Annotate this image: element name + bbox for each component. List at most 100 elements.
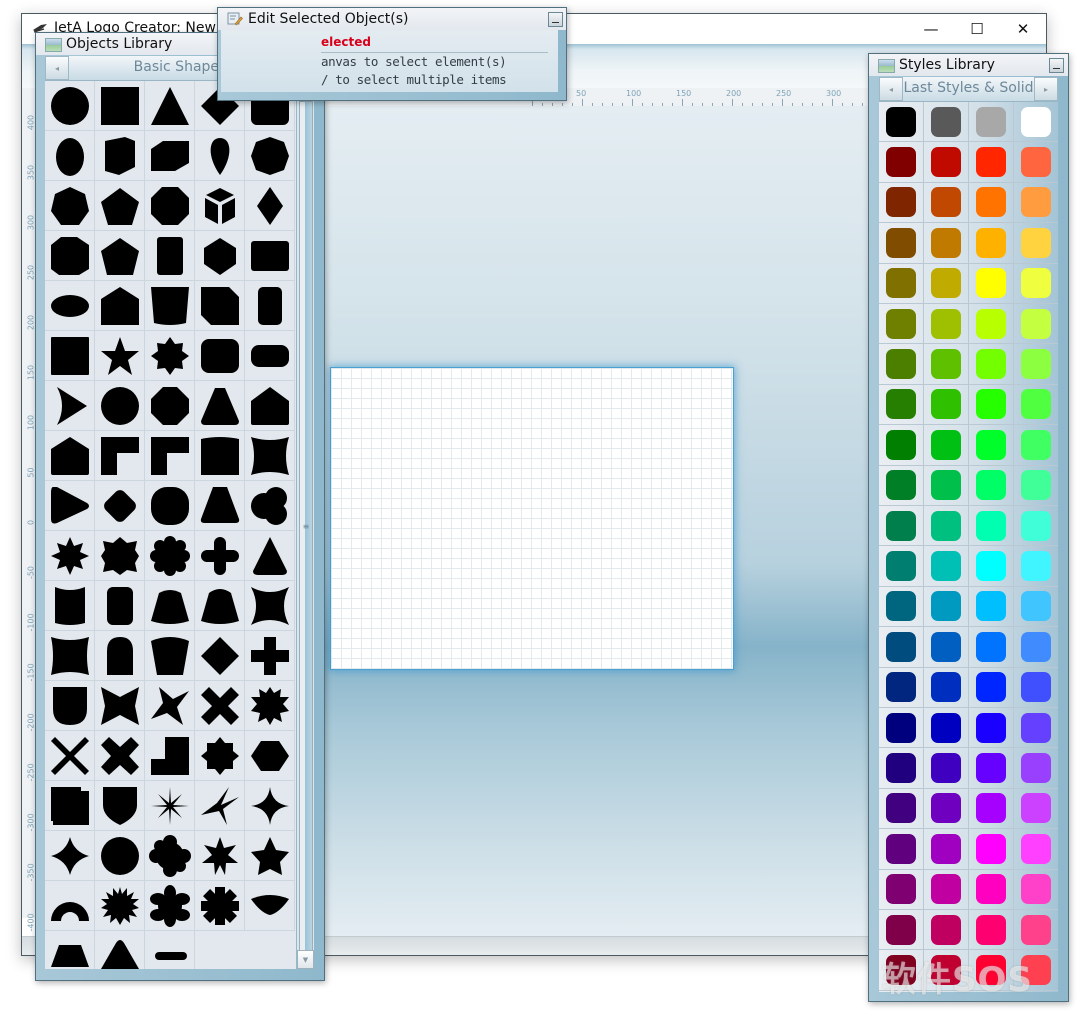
shape-item-rounded-play[interactable] <box>45 481 95 531</box>
style-swatch[interactable] <box>969 182 1014 224</box>
style-swatch[interactable] <box>879 829 924 870</box>
style-swatch[interactable] <box>969 627 1014 668</box>
shape-item-starburst[interactable] <box>95 881 145 931</box>
style-swatch[interactable] <box>1014 466 1058 506</box>
shape-item-sparkle-4[interactable] <box>245 781 295 831</box>
shape-item-rounded-triangle[interactable] <box>195 381 245 431</box>
shape-item-capsule-line[interactable] <box>145 931 195 969</box>
style-swatch[interactable] <box>924 586 969 628</box>
style-swatch[interactable] <box>969 344 1014 385</box>
shape-item-plus-rounded[interactable] <box>195 531 245 581</box>
style-swatch[interactable] <box>879 102 924 143</box>
shape-item-l-corner-2[interactable] <box>145 431 195 481</box>
style-swatch[interactable] <box>924 142 969 183</box>
style-swatch[interactable] <box>1014 546 1058 587</box>
shape-item-trapezoid-cup[interactable] <box>145 281 195 331</box>
shape-item-house[interactable] <box>95 281 145 331</box>
style-swatch[interactable] <box>969 304 1014 345</box>
maximize-button[interactable]: ☐ <box>954 14 1000 44</box>
shape-item-x-thin[interactable] <box>45 731 95 781</box>
style-swatch[interactable] <box>879 748 924 789</box>
style-swatch[interactable] <box>1014 223 1058 264</box>
style-swatch[interactable] <box>1014 183 1058 224</box>
styles-prev-category-button[interactable]: ◂ <box>879 77 903 101</box>
style-swatch[interactable] <box>879 142 924 183</box>
edit-panel-minimize-button[interactable] <box>548 12 563 27</box>
shape-item-rounded-trapezoid[interactable] <box>195 481 245 531</box>
style-swatch[interactable] <box>924 708 969 749</box>
shape-item-pentagon-2[interactable] <box>95 231 145 281</box>
shape-item-flower-6[interactable] <box>145 881 195 931</box>
style-swatch[interactable] <box>969 869 1014 910</box>
design-canvas[interactable] <box>331 368 733 669</box>
styles-next-category-button[interactable]: ▸ <box>1034 77 1058 101</box>
shape-item-circle[interactable] <box>45 81 95 131</box>
style-swatch[interactable] <box>924 384 969 426</box>
style-swatch[interactable] <box>1014 344 1058 385</box>
shape-item-cloud[interactable] <box>245 481 295 531</box>
style-swatch[interactable] <box>879 465 924 506</box>
shape-item-dome-trapezoid[interactable] <box>195 581 245 631</box>
style-swatch[interactable] <box>879 667 924 708</box>
shape-item-pie-wedge[interactable] <box>45 381 95 431</box>
style-swatch[interactable] <box>924 788 969 830</box>
style-swatch[interactable] <box>1014 304 1058 345</box>
style-swatch[interactable] <box>879 627 924 668</box>
shape-item-pentagon[interactable] <box>95 181 145 231</box>
style-swatch[interactable] <box>924 223 969 264</box>
shape-item-cross[interactable] <box>245 631 295 681</box>
shape-item-sparkle-8[interactable] <box>145 781 195 831</box>
shape-scrollbar[interactable]: ▲ ≡ ▼ <box>297 81 314 969</box>
shape-item-triangle[interactable] <box>145 81 195 131</box>
shape-item-star-8-round[interactable] <box>195 731 245 781</box>
style-swatch[interactable] <box>924 263 969 304</box>
style-swatch[interactable] <box>1014 142 1058 183</box>
style-swatch[interactable] <box>924 829 969 870</box>
shape-item-rounded-diamond[interactable] <box>95 481 145 531</box>
shape-item-arched-pentagon[interactable] <box>245 381 295 431</box>
shape-item-irregular-pentagon[interactable] <box>95 131 145 181</box>
shape-item-hexagon-irregular[interactable] <box>45 231 95 281</box>
scroll-down-button[interactable]: ▼ <box>297 950 314 969</box>
style-swatch[interactable] <box>969 586 1014 628</box>
style-swatch[interactable] <box>1014 708 1058 749</box>
shape-item-wide-rect[interactable] <box>245 231 295 281</box>
style-swatch[interactable] <box>1014 910 1058 951</box>
shape-item-snipped-corner-rect[interactable] <box>195 281 245 331</box>
style-swatch[interactable] <box>879 425 924 466</box>
shape-item-pill-rect[interactable] <box>245 331 295 381</box>
shape-item-shield[interactable] <box>45 681 95 731</box>
shape-item-rounded-triangle-2[interactable] <box>95 931 145 969</box>
close-button[interactable]: ✕ <box>1000 14 1046 44</box>
style-swatch[interactable] <box>1014 870 1058 910</box>
style-swatch[interactable] <box>924 748 969 789</box>
style-swatch[interactable] <box>924 102 969 143</box>
shape-item-flower-8[interactable] <box>145 531 195 581</box>
shape-item-concave-octagon[interactable] <box>145 381 195 431</box>
style-swatch[interactable] <box>969 465 1014 506</box>
shape-item-star-5-round[interactable] <box>245 831 295 881</box>
scrollbar-thumb[interactable]: ≡ <box>299 101 313 951</box>
shape-item-teardrop[interactable] <box>195 131 245 181</box>
shape-item-ellipse[interactable] <box>45 281 95 331</box>
shape-item-tall-rounded-rect[interactable] <box>145 231 195 281</box>
style-swatch[interactable] <box>969 667 1014 708</box>
shape-item-asterisk[interactable] <box>195 881 245 931</box>
style-swatch[interactable] <box>879 182 924 224</box>
style-swatch[interactable] <box>1014 385 1058 426</box>
shape-item-cube[interactable] <box>195 181 245 231</box>
style-swatch[interactable] <box>1014 425 1058 466</box>
shape-item-rounded-octagon[interactable] <box>145 481 195 531</box>
style-swatch[interactable] <box>879 708 924 749</box>
shape-item-octagon[interactable] <box>145 181 195 231</box>
style-swatch[interactable] <box>879 304 924 345</box>
style-swatch[interactable] <box>924 506 969 547</box>
shape-item-arched-rect[interactable] <box>195 431 245 481</box>
style-swatch[interactable] <box>1014 748 1058 789</box>
shape-item-stair[interactable] <box>145 731 195 781</box>
shape-item-pinwheel[interactable] <box>145 681 195 731</box>
style-swatch[interactable] <box>924 304 969 345</box>
styles-library-header[interactable]: Styles Library <box>869 54 1068 76</box>
shape-item-star-5[interactable] <box>95 331 145 381</box>
style-swatch[interactable] <box>969 829 1014 870</box>
